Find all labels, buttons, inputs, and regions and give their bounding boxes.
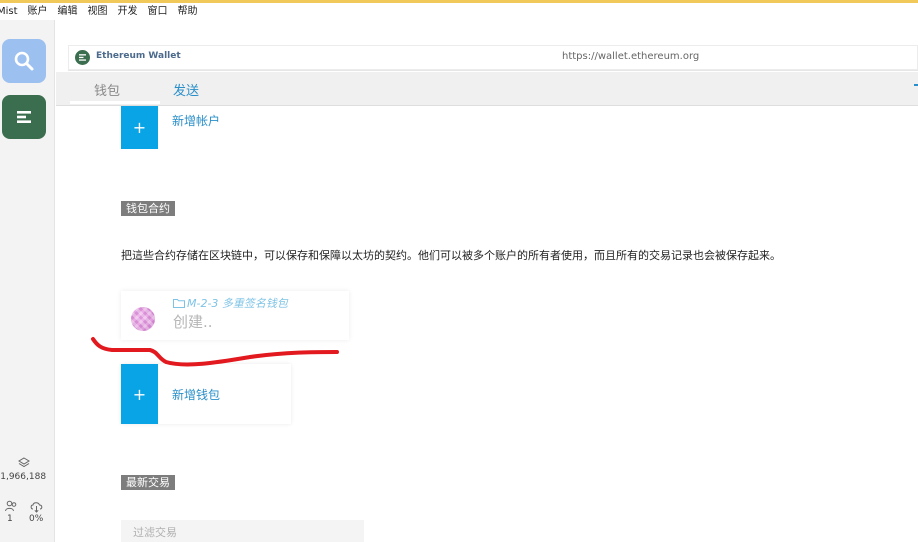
tab-bar-edge-mark bbox=[914, 84, 918, 86]
filter-transactions-input[interactable] bbox=[121, 520, 364, 542]
menu-item-mist[interactable]: Mist bbox=[0, 3, 23, 20]
site-url[interactable]: https://wallet.ethereum.org bbox=[562, 51, 699, 62]
left-sidebar: -1,966,188 1 0% bbox=[0, 20, 55, 542]
plus-icon: + bbox=[121, 364, 158, 424]
contracts-heading: 钱包合约 bbox=[121, 201, 175, 216]
menu-bar: Mist 账户 编辑 视图 开发 窗口 帮助 bbox=[0, 3, 918, 20]
plus-icon: + bbox=[121, 106, 158, 149]
menu-item-develop[interactable]: 开发 bbox=[113, 3, 143, 20]
folder-icon bbox=[173, 299, 185, 308]
wallet-tab-bar: 钱包 发送 bbox=[56, 72, 918, 106]
contract-title: M-2-3 多重签名钱包 bbox=[187, 297, 288, 310]
add-wallet-label: 新增钱包 bbox=[172, 388, 221, 402]
add-account-button[interactable]: + 新增帐户 bbox=[121, 106, 291, 149]
ethereum-wallet-icon bbox=[75, 50, 90, 65]
add-wallet-button[interactable]: + 新增钱包 bbox=[121, 364, 291, 424]
contract-title-row: M-2-3 多重签名钱包 bbox=[173, 295, 288, 311]
menu-item-window[interactable]: 窗口 bbox=[143, 3, 173, 20]
tab-wallets[interactable]: 钱包 bbox=[94, 80, 120, 99]
wallet-icon bbox=[17, 111, 31, 123]
cloud-download-icon bbox=[30, 502, 43, 513]
add-account-label: 新增帐户 bbox=[172, 114, 221, 128]
peers-icon bbox=[5, 500, 17, 512]
transactions-heading: 最新交易 bbox=[121, 475, 175, 490]
sync-progress: 0% bbox=[29, 514, 44, 524]
site-name: Ethereum Wallet bbox=[96, 51, 181, 61]
menu-item-accounts[interactable]: 账户 bbox=[23, 3, 53, 20]
active-tab-indicator bbox=[70, 101, 160, 104]
contract-identicon bbox=[131, 307, 155, 331]
layers-icon bbox=[18, 457, 30, 468]
tab-send[interactable]: 发送 bbox=[173, 80, 199, 99]
contract-status: 创建.. bbox=[173, 313, 213, 331]
search-icon bbox=[14, 51, 34, 71]
browser-search-button[interactable] bbox=[2, 39, 46, 83]
menu-item-view[interactable]: 视图 bbox=[83, 3, 113, 20]
peer-count: 1 bbox=[7, 514, 13, 524]
address-bar[interactable]: Ethereum Wallet https://wallet.ethereum.… bbox=[68, 45, 918, 71]
menu-item-edit[interactable]: 编辑 bbox=[53, 3, 83, 20]
menu-item-help[interactable]: 帮助 bbox=[173, 3, 203, 20]
contracts-description: 把這些合约存储在区块链中，可以保存和保障以太坊的契约。他们可以被多个账户的所有者… bbox=[121, 249, 781, 262]
wallet-contract-card[interactable]: M-2-3 多重签名钱包 创建.. bbox=[121, 291, 349, 340]
wallet-app-button[interactable] bbox=[2, 95, 46, 139]
block-number: -1,966,188 bbox=[0, 472, 47, 482]
wallet-content: + 新增帐户 钱包合约 把這些合约存储在区块链中，可以保存和保障以太坊的契约。他… bbox=[56, 106, 918, 542]
